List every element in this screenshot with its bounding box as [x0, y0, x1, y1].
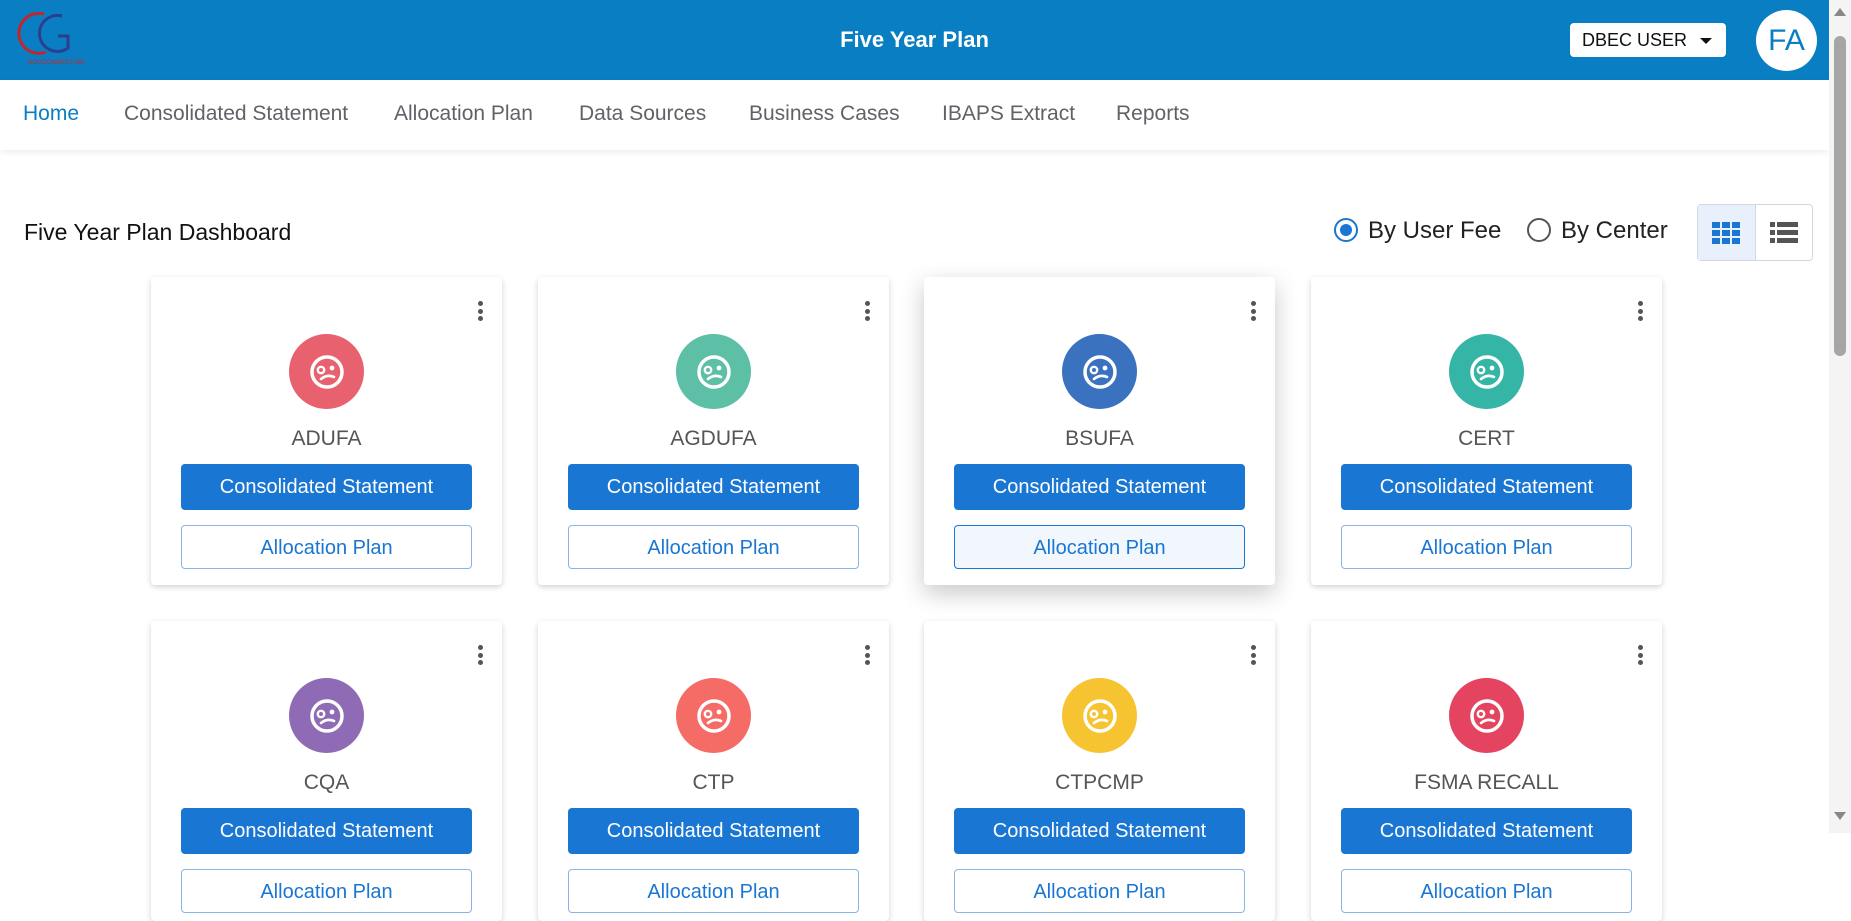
nav-item-consolidated-statement[interactable]: Consolidated Statement [124, 102, 348, 126]
consolidated-statement-button[interactable]: Consolidated Statement [181, 808, 472, 854]
scroll-thumb[interactable] [1834, 36, 1846, 356]
consolidated-statement-button[interactable]: Consolidated Statement [568, 808, 859, 854]
fee-card: ADUFA Consolidated Statement Allocation Pl… [151, 277, 502, 585]
allocation-plan-button[interactable]: Allocation Plan [181, 525, 472, 569]
logo-text: GOVCONNECT360 [27, 59, 85, 66]
allocation-plan-button[interactable]: Allocation Plan [1341, 525, 1632, 569]
consolidated-statement-button[interactable]: Consolidated Statement [1341, 464, 1632, 510]
more-vert-icon[interactable] [478, 645, 484, 665]
grid-view-button[interactable] [1698, 205, 1756, 260]
consolidated-statement-button[interactable]: Consolidated Statement [568, 464, 859, 510]
consolidated-statement-button[interactable]: Consolidated Statement [181, 464, 472, 510]
view-toggle [1697, 204, 1813, 261]
card-title: CTP [692, 771, 735, 794]
more-vert-icon[interactable] [1251, 645, 1257, 665]
allocation-plan-button[interactable]: Allocation Plan [568, 869, 859, 913]
main-nav: Home Consolidated Statement Allocation P… [0, 80, 1829, 150]
chart-face-icon [1062, 334, 1137, 409]
filter-by-user-fee[interactable]: By User Fee [1334, 217, 1501, 245]
avatar[interactable]: FA [1756, 10, 1817, 71]
scroll-up-icon[interactable] [1834, 8, 1846, 16]
chart-face-icon [1449, 678, 1524, 753]
card-title: CERT [1458, 427, 1515, 450]
fee-card: AGDUFA Consolidated Statement Allocation P… [538, 277, 889, 585]
chart-face-icon [1449, 334, 1524, 409]
more-vert-icon[interactable] [865, 301, 871, 321]
filter-label: By Center [1561, 217, 1668, 244]
page-scrollbar[interactable] [1829, 0, 1851, 833]
consolidated-statement-button[interactable]: Consolidated Statement [1341, 808, 1632, 854]
card-title: CQA [303, 771, 350, 794]
app-header: GOVCONNECT360 Five Year Plan DBEC USER F… [0, 0, 1829, 80]
more-vert-icon[interactable] [1251, 301, 1257, 321]
fee-card: CTPCMP Consolidated Statement Allocation P… [924, 621, 1275, 921]
consolidated-statement-button[interactable]: Consolidated Statement [954, 808, 1245, 854]
card-title: FSMA RECALL [1414, 771, 1559, 794]
more-vert-icon[interactable] [1638, 301, 1644, 321]
consolidated-statement-button[interactable]: Consolidated Statement [954, 464, 1245, 510]
radio-checked-icon[interactable] [1334, 218, 1358, 242]
page-title: Five Year Plan Dashboard [24, 219, 292, 245]
nav-item-home[interactable]: Home [23, 102, 79, 126]
fee-card: FSMA RECALL Consolidated Statement Allocat… [1311, 621, 1662, 921]
app-title: Five Year Plan [840, 27, 989, 52]
fee-card: CQA Consolidated Statement Allocation Plan [151, 621, 502, 921]
filter-label: By User Fee [1368, 217, 1502, 244]
allocation-plan-button[interactable]: Allocation Plan [1341, 869, 1632, 913]
nav-item-business-cases[interactable]: Business Cases [749, 102, 900, 126]
chart-face-icon [289, 334, 364, 409]
filter-by-center[interactable]: By Center [1527, 217, 1668, 245]
card-title: ADUFA [291, 427, 362, 450]
fee-card: CERT Consolidated Statement Allocation Pla… [1311, 277, 1662, 585]
user-role-select[interactable]: DBEC USER [1570, 23, 1726, 57]
chart-face-icon [289, 678, 364, 753]
card-title: CTPCMP [1055, 771, 1144, 794]
list-view-button[interactable] [1756, 205, 1813, 260]
more-vert-icon[interactable] [865, 645, 871, 665]
card-title: AGDUFA [670, 427, 757, 450]
chart-face-icon [676, 334, 751, 409]
fee-card: BSUFA Consolidated Statement Allocation Pl… [924, 277, 1275, 585]
allocation-plan-button[interactable]: Allocation Plan [568, 525, 859, 569]
fee-card: CTP Consolidated Statement Allocation Plan [538, 621, 889, 921]
allocation-plan-button[interactable]: Allocation Plan [181, 869, 472, 913]
chart-face-icon [676, 678, 751, 753]
allocation-plan-button[interactable]: Allocation Plan [954, 869, 1245, 913]
nav-item-ibaps-extract[interactable]: IBAPS Extract [942, 102, 1075, 126]
chart-face-icon [1062, 678, 1137, 753]
allocation-plan-button[interactable]: Allocation Plan [954, 525, 1245, 569]
card-title: BSUFA [1065, 427, 1134, 450]
user-role-value: DBEC USER [1582, 30, 1688, 50]
list-view-icon [1769, 221, 1798, 243]
radio-unchecked-icon[interactable] [1527, 218, 1551, 242]
scroll-down-icon[interactable] [1834, 812, 1846, 820]
nav-item-reports[interactable]: Reports [1116, 102, 1190, 126]
caret-down-icon [1700, 38, 1712, 44]
more-vert-icon[interactable] [1638, 645, 1644, 665]
nav-item-allocation-plan[interactable]: Allocation Plan [394, 102, 533, 126]
grid-view-icon [1712, 221, 1741, 244]
nav-item-data-sources[interactable]: Data Sources [579, 102, 706, 126]
more-vert-icon[interactable] [478, 301, 484, 321]
